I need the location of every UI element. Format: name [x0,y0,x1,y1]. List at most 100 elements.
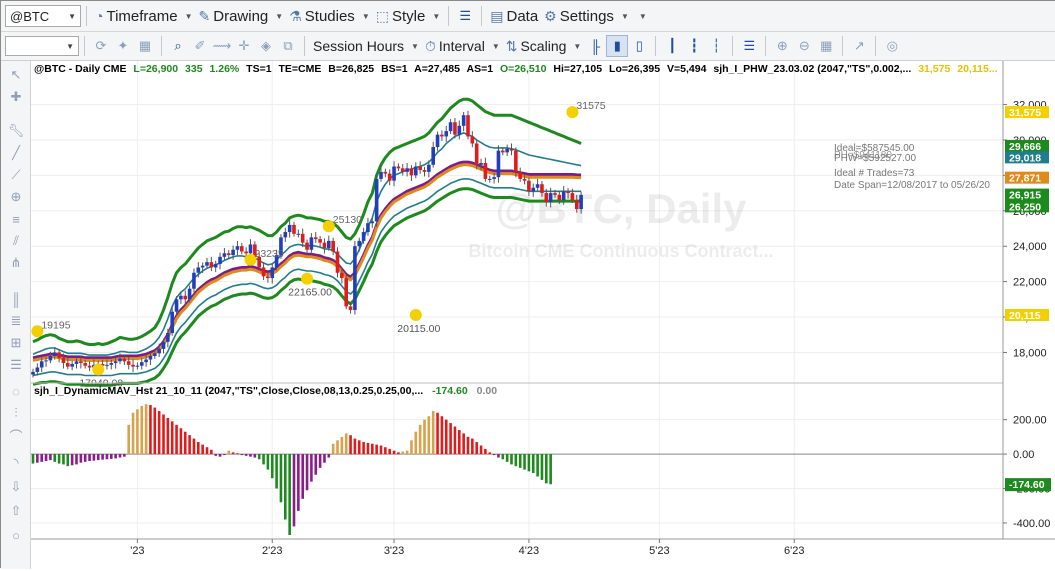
status-line: @BTC - Daily CME L=26,900 335 1.26% TS=1… [34,63,998,75]
refresh-icon[interactable]: ⟳ [90,35,112,57]
candle-up [427,164,431,172]
trendline-icon[interactable]: ╱ [6,143,26,163]
pointer-arrow-icon[interactable]: ↖ [6,65,26,85]
histogram-bars-icon[interactable]: ┇ [683,35,705,57]
histogram-bar [288,454,291,535]
histogram-bar [227,450,231,455]
toolbar-divider [842,36,844,56]
timeframe-menu[interactable]: ◔ Timeframe ▼ [92,8,196,25]
histogram-bar [458,429,461,455]
gauge-icon[interactable]: ◎ [881,35,903,57]
overflow-menu[interactable]: ▼ [632,12,650,21]
status-volume: V=5,494 [667,63,707,75]
crosshair-icon[interactable]: ✚ [6,87,26,107]
histogram-bar [140,405,144,455]
horizontal-line-icon[interactable]: ⊕ [6,187,26,207]
curve-icon[interactable]: ◝ [6,453,26,473]
candle-up [218,256,222,264]
chart-area[interactable]: @BTC, Daily Bitcoin CME Continuous Contr… [31,61,1055,568]
histogram-bar [301,454,304,499]
hollow-candle-icon[interactable]: ▯ [628,35,650,57]
style-menu[interactable]: ⬚ Style ▼ [373,8,444,25]
volume-bars-icon[interactable]: ┃ [661,35,683,57]
candle-down [292,224,296,234]
time-tick-label: 3'23 [384,545,404,557]
tools-icon[interactable]: ✦ [112,35,134,57]
candle-up [139,362,144,366]
fibonacci-icon[interactable]: ≣ [6,311,26,331]
brush-icon[interactable]: ✐ [189,35,211,57]
chart-link-icon[interactable]: ⟿ [211,35,233,57]
levels-icon[interactable]: ☰ [6,355,26,375]
price-chart[interactable]: @BTC, Daily Bitcoin CME Continuous Contr… [31,61,1055,568]
histogram-bar [362,442,365,455]
histogram-bar [275,454,278,489]
scaling-menu[interactable]: ⇅ Scaling ▼ [503,38,585,55]
session-hours-label: Session Hours [313,38,405,54]
layers-icon[interactable]: ◈ [255,35,277,57]
panels-icon[interactable]: ☰ [454,5,476,27]
candle-up [531,187,536,192]
panels-icon[interactable]: ☰ [738,35,760,57]
candle-down [79,361,83,364]
studies-menu[interactable]: ⚗ Studies ▼ [286,8,373,25]
histogram-bar [83,454,87,462]
candle-up [327,240,331,248]
histogram-bar [431,411,435,455]
stats-line: Ideal # Trades=73 [834,168,915,179]
wrench-icon[interactable]: 🔧︎ [6,121,26,141]
objects-icon[interactable]: ⧉ [277,35,299,57]
gann-icon[interactable]: ⊞ [6,333,26,353]
candle-up [379,171,383,179]
drawing-menu[interactable]: ✎ Drawing ▼ [196,8,287,25]
arrow-up-icon[interactable]: ⇧ [6,501,26,521]
candle-down [387,173,392,181]
candle-down [527,180,531,192]
secondary-selector[interactable]: ▼ [5,36,79,56]
histogram-bar [540,454,544,480]
line-bars-icon[interactable]: ┆ [705,35,727,57]
chevron-down-icon: ▼ [432,11,441,21]
candle-down [322,242,327,248]
interval-menu[interactable]: ⏱ Interval ▼ [422,38,503,55]
calendar-icon[interactable]: ▦ [815,35,837,57]
swing-label: 20115.00 [397,323,440,335]
symbol-selector[interactable]: @BTC ▼ [5,5,81,27]
crosshair-icon[interactable]: ✛ [233,35,255,57]
ray-icon[interactable]: ⟋ [6,165,26,185]
scaling-label: Scaling [520,38,567,54]
arc-icon[interactable]: ⌒ [6,425,26,445]
cycle-icon[interactable]: ◌ [6,381,26,401]
status-study: sjh_I_PHW_23.03.02 (2047,"TS",0.002,... [713,63,911,75]
ohlc-bars-icon[interactable]: ╟ [584,35,606,57]
parallel-lines-icon[interactable]: ⫽ [6,231,26,251]
candle-down [574,200,579,210]
histogram-bar [375,444,378,455]
histogram-bar [475,442,478,455]
candle-up [161,341,166,349]
zoom-in-icon[interactable]: ⊕ [771,35,793,57]
session-hours-menu[interactable]: Session Hours ▼ [310,38,422,54]
arrow-down-icon[interactable]: ⇩ [6,477,26,497]
candle-up [144,359,148,363]
pitchfork-icon[interactable]: ⋔ [6,253,26,273]
settings-menu[interactable]: ⚙ Settings ▼ [541,8,632,25]
status-ask-size: AS=1 [467,63,494,75]
ellipse-icon[interactable]: ○ [6,525,26,545]
grid-icon[interactable]: ▦ [134,35,156,57]
drawing-tools-sidebar: ↖ ✚ 🔧︎ ╱ ⟋ ⊕ ≡ ⫽ ⋔ ║ ≣ ⊞ ☰ ◌ ⫶ ⌒ ◝ ⇩ ⇧ ○ [1,61,31,569]
histogram-bar [401,451,405,455]
candlestick-icon[interactable]: ▮ [606,35,629,57]
trend-chart-icon[interactable]: ↗ [848,35,870,57]
histogram-bar [114,454,117,459]
speed-lines-icon[interactable]: ⫶ [6,403,26,423]
candle-up [357,240,362,247]
channel-icon[interactable]: ≡ [6,209,26,229]
data-label: Data [506,7,539,25]
data-menu[interactable]: ▤ Data [487,8,541,25]
zoom-out-icon[interactable]: ⊖ [793,35,815,57]
swing-point [92,363,105,376]
vertical-lines-icon[interactable]: ║ [6,289,26,309]
zoom-search-icon[interactable]: ⌕ [167,35,189,57]
histogram-bar [397,452,400,455]
